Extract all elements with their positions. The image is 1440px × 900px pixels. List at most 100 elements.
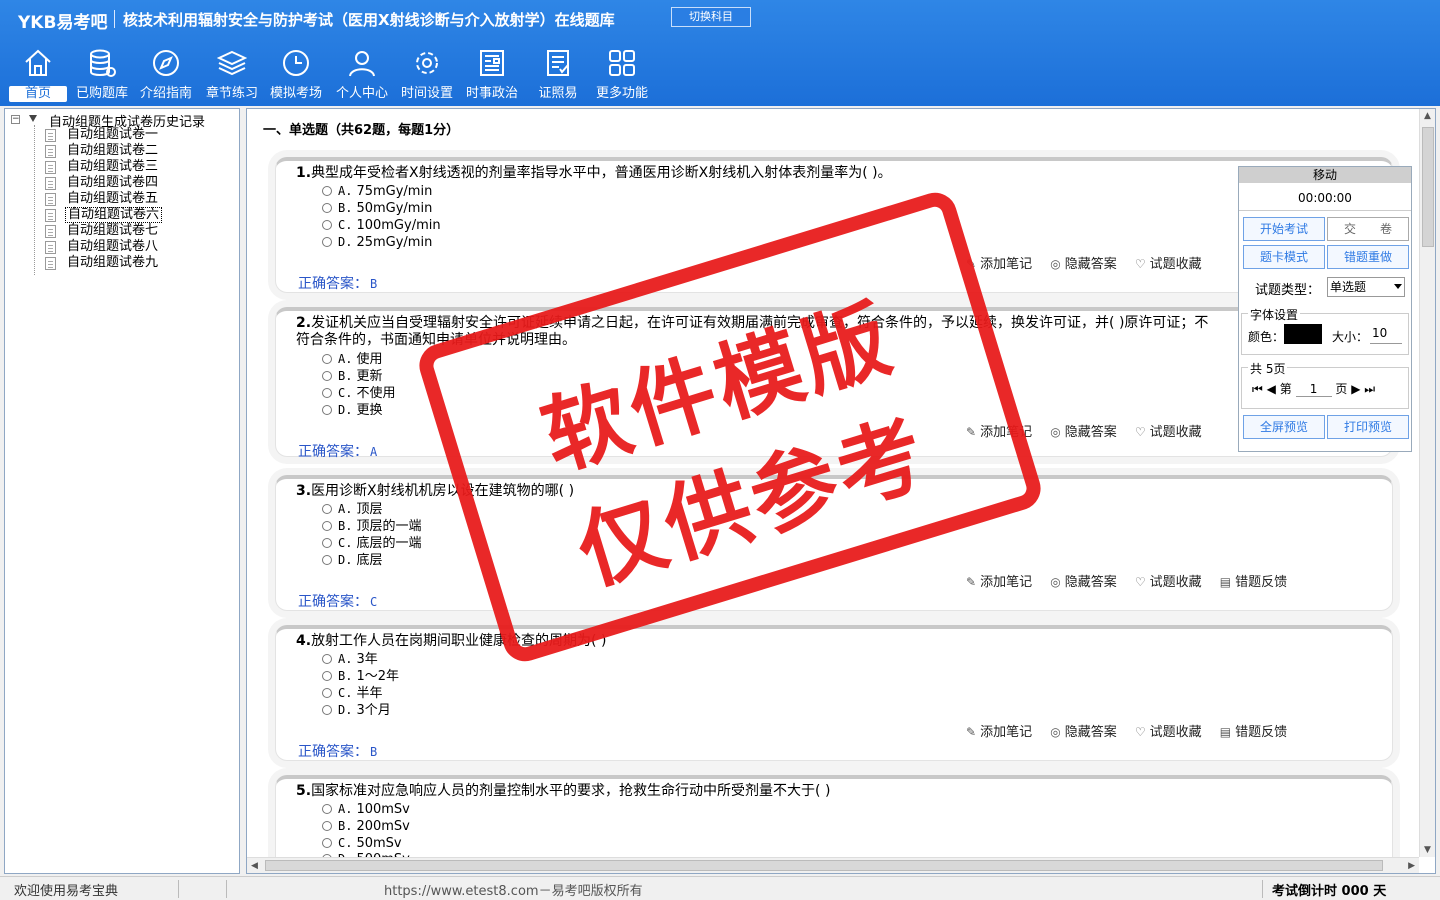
first-page-icon[interactable]: ⏮ (1252, 382, 1263, 396)
radio-button[interactable] (322, 521, 332, 531)
nav-politics[interactable]: 时事政治 (460, 44, 524, 104)
pencil-icon: ✎ (966, 257, 977, 271)
full-preview-button[interactable]: 全屏预览 (1243, 415, 1325, 439)
option-a[interactable]: A. 3年 (322, 651, 378, 668)
switch-subject-button[interactable]: 切换科目 (671, 7, 751, 27)
favorite-button[interactable]: ♡ 试题收藏 (1135, 425, 1202, 440)
nav-chapter[interactable]: 章节练习 (200, 44, 264, 104)
option-c[interactable]: C. 100mGy/min (322, 217, 441, 234)
next-page-icon[interactable]: ▶ (1351, 382, 1360, 396)
question-type-select[interactable]: 单选题 (1327, 277, 1405, 297)
option-c[interactable]: C. 不使用 (322, 385, 395, 402)
hide-answer-button[interactable]: ◎ 隐藏答案 (1050, 425, 1117, 440)
scroll-thumb[interactable] (265, 860, 1383, 871)
option-a[interactable]: A. 顶层 (322, 501, 382, 518)
vertical-scrollbar[interactable]: ▲ ▼ (1419, 109, 1435, 857)
feedback-button[interactable]: ▤ 错题反馈 (1220, 575, 1287, 590)
font-settings-legend: 字体设置 (1248, 306, 1301, 323)
nav-certificate[interactable]: 证照易 (526, 44, 590, 104)
option-c[interactable]: C. 底层的一端 (322, 535, 421, 552)
radio-button[interactable] (322, 555, 332, 565)
nav-guide[interactable]: 介绍指南 (134, 44, 198, 104)
hide-answer-button[interactable]: ◎ 隐藏答案 (1050, 257, 1117, 272)
scroll-left-icon[interactable]: ◀ (251, 861, 258, 871)
radio-button[interactable] (322, 504, 332, 514)
option-text: 200mSv (356, 819, 410, 834)
radio-button[interactable] (322, 654, 332, 664)
report-icon: ▤ (1219, 575, 1232, 589)
option-a[interactable]: A. 75mGy/min (322, 183, 432, 200)
radio-button[interactable] (322, 821, 332, 831)
radio-button[interactable] (322, 405, 332, 415)
scroll-thumb[interactable] (1422, 127, 1434, 247)
card-mode-button[interactable]: 题卡模式 (1243, 245, 1325, 269)
radio-button[interactable] (322, 371, 332, 381)
horizontal-scrollbar[interactable]: ◀ ▶ (247, 857, 1419, 873)
eye-off-icon: ◎ (1050, 257, 1061, 271)
option-b[interactable]: B. 顶层的一端 (322, 518, 421, 535)
option-d[interactable]: D. 更换 (322, 402, 382, 419)
scroll-down-icon[interactable]: ▼ (1424, 845, 1431, 855)
add-note-button[interactable]: ✎ 添加笔记 (966, 575, 1032, 590)
option-b[interactable]: B. 200mSv (322, 818, 410, 835)
prev-page-icon[interactable]: ◀ (1267, 382, 1276, 396)
option-b[interactable]: B. 更新 (322, 368, 382, 385)
add-note-button[interactable]: ✎ 添加笔记 (966, 425, 1032, 440)
radio-button[interactable] (322, 671, 332, 681)
font-size-input[interactable]: 10 (1370, 326, 1402, 344)
collapse-icon[interactable]: − (11, 115, 20, 124)
option-c[interactable]: C. 半年 (322, 685, 382, 702)
size-label: 大小： (1332, 330, 1369, 344)
option-b[interactable]: B. 1～2年 (322, 668, 399, 685)
app-title: 核技术利用辐射安全与防护考试（医用X射线诊断与介入放射学）在线题库 (123, 11, 615, 29)
nav-profile[interactable]: 个人中心 (330, 44, 394, 104)
hide-answer-button[interactable]: ◎ 隐藏答案 (1050, 575, 1117, 590)
option-b[interactable]: B. 50mGy/min (322, 200, 432, 217)
nav-purchased[interactable]: 已购题库 (70, 44, 134, 104)
radio-button[interactable] (322, 688, 332, 698)
option-c[interactable]: C. 50mSv (322, 835, 402, 852)
print-preview-button[interactable]: 打印预览 (1327, 415, 1409, 439)
nav-time-settings[interactable]: 时间设置 (395, 44, 459, 104)
radio-button[interactable] (322, 354, 332, 364)
favorite-button[interactable]: ♡ 试题收藏 (1135, 257, 1202, 272)
radio-button[interactable] (322, 388, 332, 398)
start-exam-button[interactable]: 开始考试 (1243, 217, 1325, 241)
radio-button[interactable] (322, 804, 332, 814)
feedback-button[interactable]: ▤ 错题反馈 (1220, 725, 1287, 740)
move-handle[interactable]: 移动 (1239, 167, 1411, 183)
favorite-button[interactable]: ♡ 试题收藏 (1135, 725, 1202, 740)
option-d[interactable]: D. 底层 (322, 552, 382, 569)
option-letter: B. (338, 519, 353, 533)
radio-button[interactable] (322, 203, 332, 213)
favorite-button[interactable]: ♡ 试题收藏 (1135, 575, 1202, 590)
scroll-up-icon[interactable]: ▲ (1424, 111, 1431, 121)
question-card: 4.放射工作人员在岗期间职业健康检查的周期为( ) A. 3年 B. 1～2年 C.… (275, 625, 1393, 761)
nav-label: 首页 (9, 86, 67, 102)
nav-home[interactable]: 首页 (6, 44, 70, 104)
last-page-icon[interactable]: ⏭ (1364, 382, 1375, 396)
submit-button[interactable]: 交 卷 (1327, 217, 1409, 241)
radio-button[interactable] (322, 538, 332, 548)
option-d[interactable]: D. 3个月 (322, 702, 391, 719)
scroll-right-icon[interactable]: ▶ (1408, 861, 1415, 871)
radio-button[interactable] (322, 186, 332, 196)
option-d[interactable]: D. 25mGy/min (322, 234, 432, 251)
radio-button[interactable] (322, 838, 332, 848)
redo-wrong-button[interactable]: 错题重做 (1327, 245, 1409, 269)
heart-icon: ♡ (1134, 575, 1146, 589)
option-text: 100mSv (356, 802, 410, 817)
option-letter: C. (338, 536, 353, 550)
radio-button[interactable] (322, 705, 332, 715)
option-a[interactable]: A. 100mSv (322, 801, 410, 818)
hide-answer-button[interactable]: ◎ 隐藏答案 (1050, 725, 1117, 740)
add-note-button[interactable]: ✎ 添加笔记 (966, 725, 1032, 740)
page-number-input[interactable]: 1 (1295, 382, 1332, 397)
option-a[interactable]: A. 使用 (322, 351, 382, 368)
nav-mock-exam[interactable]: 模拟考场 (264, 44, 328, 104)
radio-button[interactable] (322, 220, 332, 230)
color-swatch[interactable] (1284, 324, 1322, 344)
add-note-button[interactable]: ✎ 添加笔记 (966, 257, 1032, 272)
nav-more[interactable]: 更多功能 (590, 44, 654, 104)
radio-button[interactable] (322, 237, 332, 247)
